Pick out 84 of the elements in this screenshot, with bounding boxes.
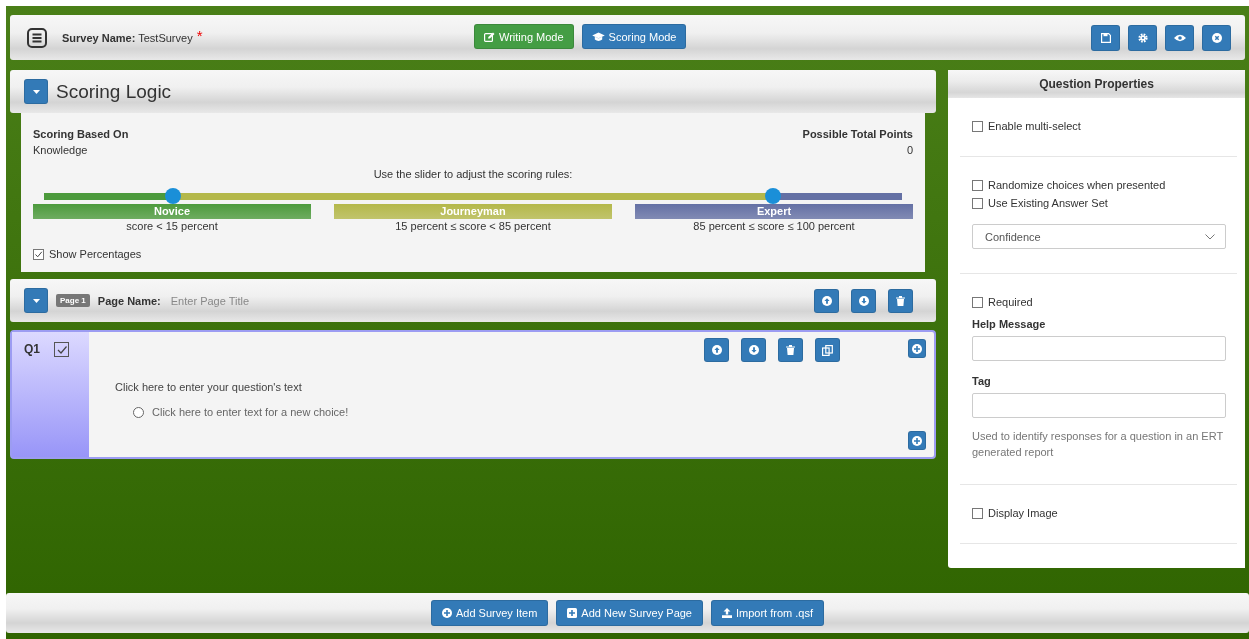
copy-icon bbox=[822, 344, 833, 356]
checkbox[interactable] bbox=[972, 296, 983, 308]
delete-button[interactable] bbox=[778, 338, 803, 362]
close-button[interactable] bbox=[1202, 24, 1231, 51]
arrow-up-circle-icon bbox=[821, 295, 832, 306]
field-value: 0 bbox=[905, 143, 913, 158]
delete-button[interactable] bbox=[888, 288, 913, 313]
plus-circle-icon bbox=[912, 435, 922, 446]
level-band: Journeyman bbox=[334, 204, 612, 219]
preview-button[interactable] bbox=[1165, 24, 1194, 51]
checkbox-label: Enable multi-select bbox=[988, 120, 1081, 132]
level-range: 85 percent ≤ score ≤ 100 percent bbox=[692, 219, 856, 234]
checkbox-label: Required bbox=[988, 296, 1033, 308]
pencil-square-icon bbox=[484, 31, 495, 42]
checkbox-label: Display Image bbox=[988, 507, 1058, 519]
checkbox[interactable] bbox=[54, 342, 69, 357]
slider-instruction: Use the slider to adjust the scoring rules: bbox=[372, 168, 574, 180]
help-text: Used to identify responses for a question in an ERT generated report bbox=[972, 429, 1224, 460]
caret-down-icon bbox=[32, 89, 40, 94]
add-choice-button[interactable] bbox=[908, 431, 926, 450]
move-down-button[interactable] bbox=[851, 288, 876, 313]
chevron-down-icon bbox=[1205, 233, 1215, 240]
arrow-up-circle-icon bbox=[711, 345, 722, 355]
slider-handle[interactable] bbox=[765, 188, 782, 204]
level-range: score < 15 percent bbox=[125, 219, 219, 234]
panel-title: Question Properties bbox=[948, 70, 1245, 98]
plus-square-icon bbox=[567, 608, 578, 618]
field-label: Scoring Based On bbox=[33, 127, 129, 142]
collapse-button[interactable] bbox=[24, 288, 48, 313]
footer-button[interactable]: Add Survey Item bbox=[431, 600, 549, 626]
checkbox[interactable] bbox=[972, 197, 983, 209]
duplicate-button[interactable] bbox=[815, 338, 840, 362]
plus-circle-icon bbox=[442, 608, 452, 618]
close-icon bbox=[1211, 32, 1222, 43]
checkbox[interactable] bbox=[972, 507, 983, 519]
choice-text[interactable]: Click here to enter text for a new choice! bbox=[152, 406, 349, 418]
move-down-button[interactable] bbox=[741, 338, 766, 362]
add-button[interactable] bbox=[908, 339, 926, 358]
level-band: Novice bbox=[33, 204, 311, 219]
checkbox-label: Randomize choices when presented bbox=[988, 179, 1166, 191]
survey-name: Survey Name: TestSurvey bbox=[62, 31, 193, 44]
section-title: Scoring Logic bbox=[56, 80, 172, 103]
mode-button[interactable]: Writing Mode bbox=[474, 24, 574, 49]
question-text[interactable]: Click here to enter your question's text bbox=[115, 381, 934, 393]
slider-handle[interactable] bbox=[164, 188, 181, 204]
eye-icon bbox=[1173, 33, 1186, 42]
mode-button[interactable]: Scoring Mode bbox=[581, 24, 687, 49]
field-value: Knowledge bbox=[33, 143, 89, 158]
graduation-cap-icon bbox=[591, 31, 605, 42]
upload-icon bbox=[722, 608, 732, 618]
level-range: 15 percent ≤ score < 85 percent bbox=[394, 219, 552, 234]
answer-set-dropdown[interactable]: Confidence bbox=[972, 224, 1226, 249]
field-label: Possible Total Points bbox=[802, 127, 913, 142]
question-number: Q1 bbox=[24, 342, 40, 356]
menu-icon[interactable] bbox=[27, 27, 47, 48]
trash-icon bbox=[786, 345, 795, 355]
checkbox[interactable] bbox=[972, 179, 983, 191]
settings-button[interactable] bbox=[1128, 24, 1157, 51]
page-badge: Page 1 bbox=[56, 294, 90, 307]
trash-icon bbox=[896, 295, 905, 306]
input-field[interactable] bbox=[972, 336, 1226, 361]
page-name-label: Page Name: bbox=[97, 294, 161, 307]
arrow-down-circle-icon bbox=[858, 295, 869, 306]
move-up-button[interactable] bbox=[704, 338, 729, 362]
caret-down-icon bbox=[32, 298, 40, 303]
field-label: Help Message bbox=[972, 318, 1047, 330]
radio-button[interactable] bbox=[133, 406, 144, 418]
input-field[interactable] bbox=[972, 393, 1226, 418]
checkbox-label: Show Percentages bbox=[49, 248, 142, 260]
field-label: Tag bbox=[972, 375, 992, 387]
footer-button[interactable]: Add New Survey Page bbox=[556, 600, 703, 626]
checkbox-label: Use Existing Answer Set bbox=[988, 197, 1108, 209]
checkbox[interactable] bbox=[33, 248, 44, 260]
footer-button[interactable]: Import from .qsf bbox=[711, 600, 824, 626]
arrow-down-circle-icon bbox=[748, 345, 759, 355]
required-mark: * bbox=[196, 27, 203, 44]
collapse-button[interactable] bbox=[24, 79, 48, 104]
settings-icon bbox=[1137, 32, 1148, 43]
plus-circle-icon bbox=[912, 343, 922, 354]
level-band: Expert bbox=[635, 204, 913, 219]
checkbox[interactable] bbox=[972, 120, 983, 132]
page-title-field[interactable]: Enter Page Title bbox=[166, 294, 375, 307]
save-button[interactable] bbox=[1091, 24, 1120, 51]
move-up-button[interactable] bbox=[814, 288, 839, 313]
